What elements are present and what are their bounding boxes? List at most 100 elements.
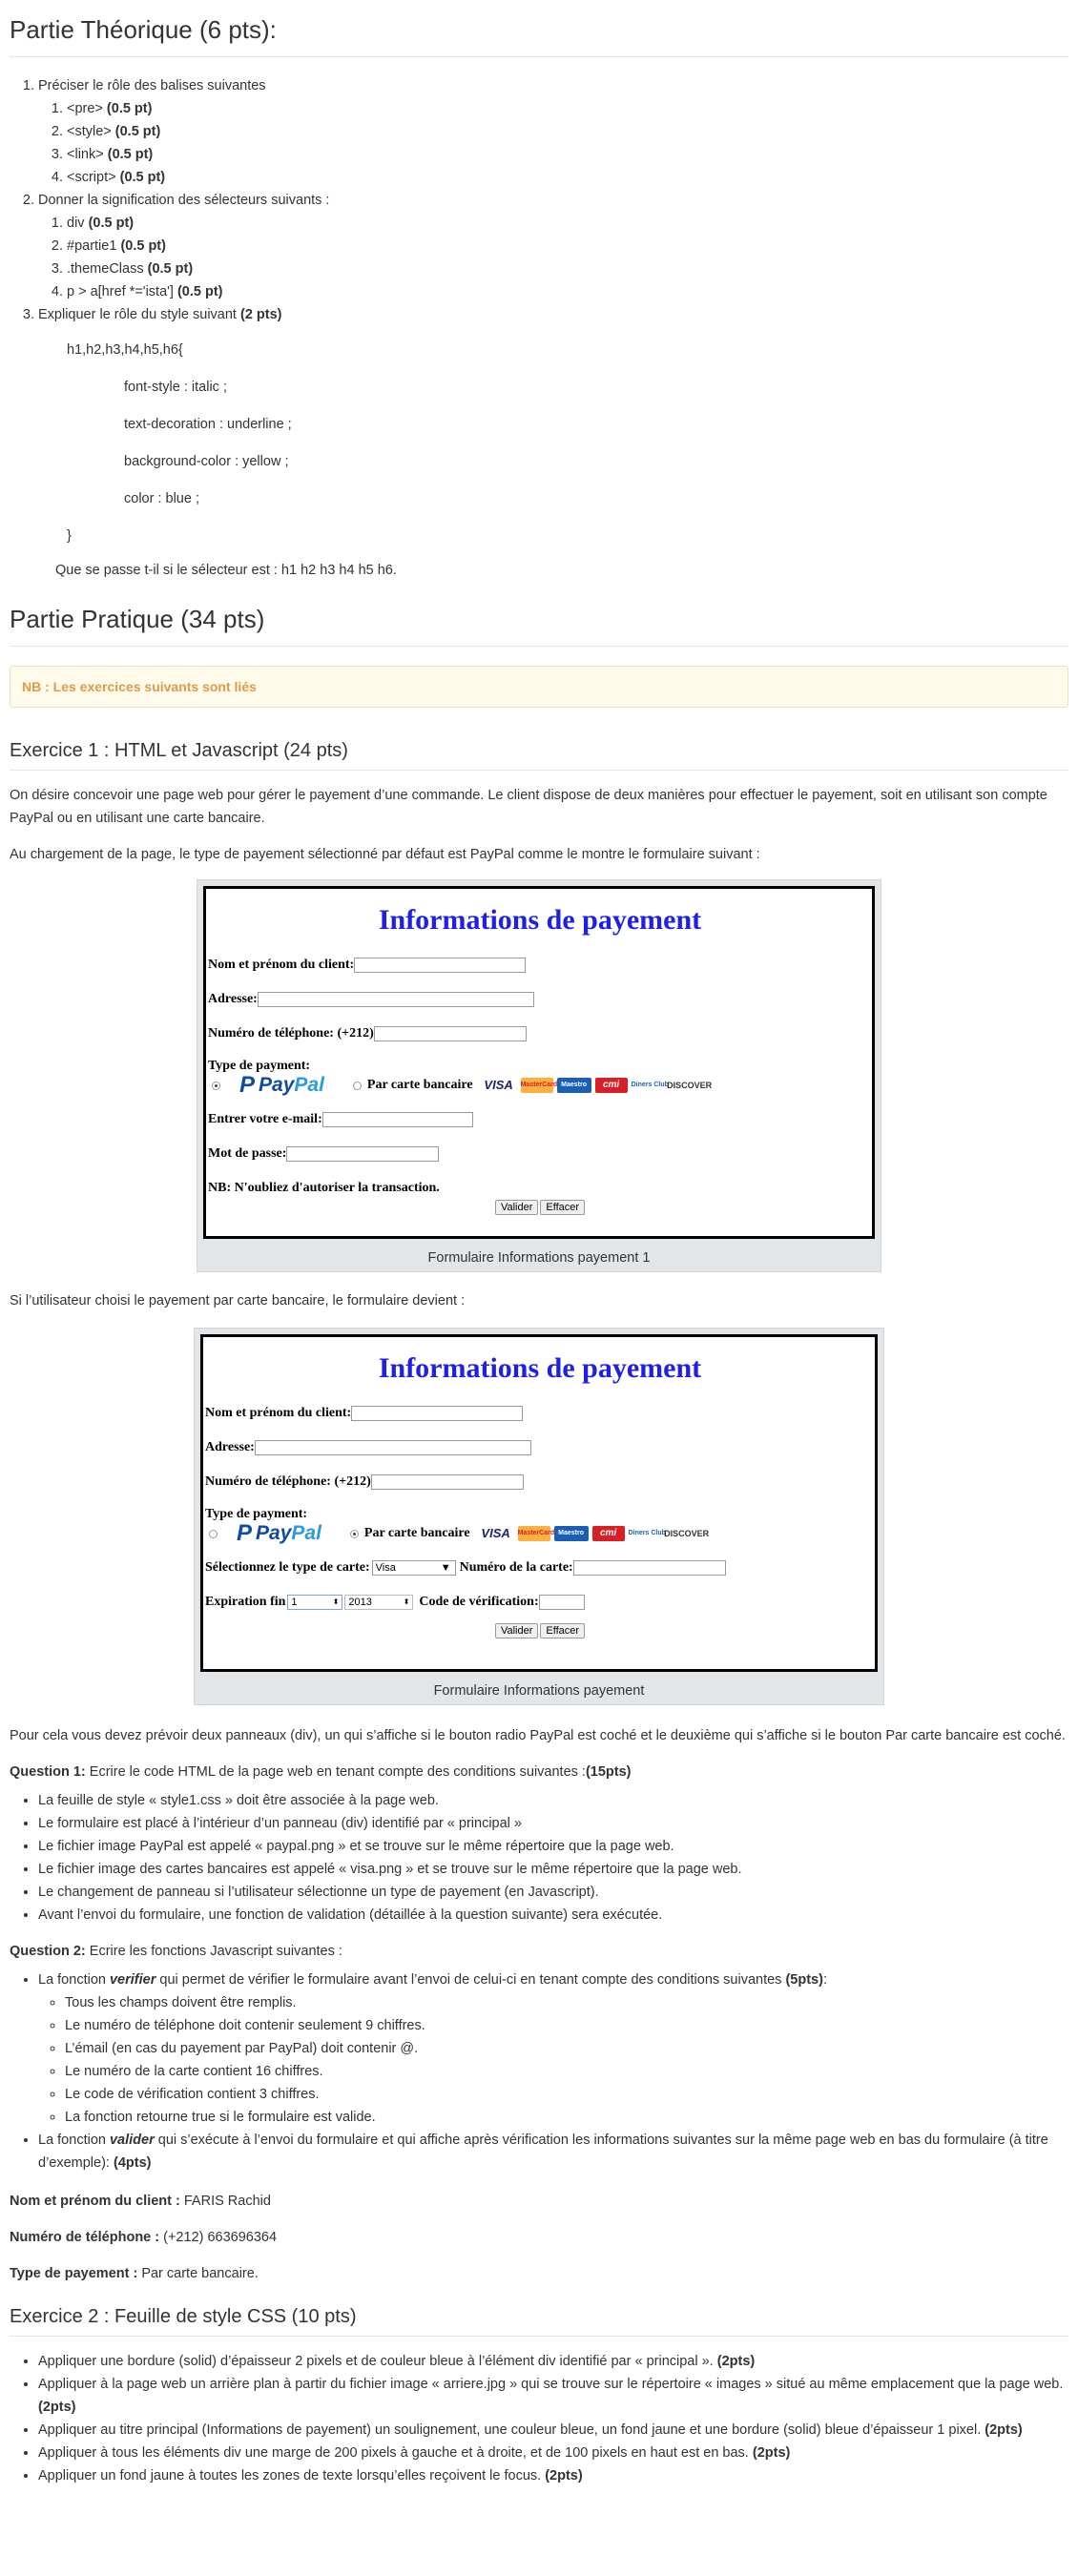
- sample-phone: Numéro de téléphone : (+212) 663696364: [10, 2230, 278, 2245]
- list-item: Le fichier image PayPal est appelé « pay…: [38, 1835, 1068, 1858]
- password-input[interactable]: [286, 1146, 440, 1162]
- name-label: Nom et prénom du client:: [208, 958, 355, 972]
- maestro-logo-icon: Maestro: [556, 1078, 591, 1093]
- theory-sub-item: p > a[href *='ista'] (0.5 pt): [67, 280, 1068, 303]
- nb-notice: NB : Les exercices suivants sont liés: [10, 666, 1068, 708]
- cvv-input[interactable]: [538, 1595, 585, 1610]
- theory-item-2: Donner la signification des sélecteurs s…: [38, 189, 1068, 303]
- form-nb: NB: N'oubliez d'autoriser la transaction…: [208, 1181, 440, 1195]
- card-number-input[interactable]: [572, 1560, 726, 1576]
- phone-input[interactable]: [370, 1474, 524, 1490]
- validate-button[interactable]: Valider: [494, 1623, 539, 1638]
- sample-name: Nom et prénom du client : FARIS Rachid: [10, 2194, 271, 2209]
- validate-button[interactable]: Valider: [494, 1200, 539, 1215]
- paypal-logo: PayPal: [256, 1522, 321, 1544]
- phone-input[interactable]: [373, 1026, 527, 1041]
- paypal-logo-icon: P: [239, 1072, 256, 1098]
- expiry-year-stepper[interactable]: 2013 ⬍: [344, 1595, 414, 1610]
- exercise-2-title: Exercice 2 : Feuille de style CSS (10 pt…: [10, 2306, 1068, 2337]
- exercise-2-list: Appliquer une bordure (solid) d’épaisseu…: [10, 2350, 1068, 2487]
- card-number-label: Numéro de la carte:: [459, 1560, 573, 1575]
- address-label: Adresse:: [205, 1440, 255, 1454]
- theory-title: Partie Théorique (6 pts):: [10, 0, 1068, 57]
- list-item: Appliquer une bordure (solid) d’épaisseu…: [38, 2350, 1068, 2373]
- form-title: Informations de payement: [378, 1352, 702, 1384]
- practice-title: Partie Pratique (34 pts): [10, 599, 1068, 647]
- mastercard-logo-icon: MasterCard: [517, 1526, 554, 1541]
- form-title: Informations de payement: [378, 904, 702, 936]
- list-item: Le formulaire est placé à l’intérieur d’…: [38, 1812, 1068, 1835]
- payment-form-card: Informations de payement Nom et prénom d…: [200, 1334, 878, 1672]
- discover-logo-icon: DISCOVER: [664, 1529, 710, 1538]
- theory-sub-item: <pre> (0.5 pt): [67, 97, 1068, 120]
- stepper-arrows-icon: ⬍: [332, 1597, 340, 1606]
- figure-caption: Formulaire Informations payement: [433, 1683, 645, 1699]
- address-input[interactable]: [254, 1440, 531, 1455]
- reset-button[interactable]: Effacer: [540, 1200, 586, 1215]
- exercise-1-title: Exercice 1 : HTML et Javascript (24 pts): [10, 740, 1068, 771]
- discover-logo-icon: DISCOVER: [667, 1081, 713, 1090]
- reset-button[interactable]: Effacer: [540, 1623, 586, 1638]
- name-input[interactable]: [351, 1406, 524, 1421]
- cmi-logo-icon: cmi: [594, 1078, 628, 1093]
- card-option-label: Par carte bancaire: [366, 1078, 473, 1092]
- paypal-radio[interactable]: [212, 1081, 220, 1090]
- list-item: Appliquer un fond jaune à toutes les zon…: [38, 2464, 1068, 2487]
- list-item: Le numéro de téléphone doit contenir seu…: [65, 2014, 1068, 2037]
- phone-label: Numéro de téléphone: (+212): [208, 1026, 374, 1041]
- email-label: Entrer votre e-mail:: [208, 1112, 322, 1126]
- list-item: Appliquer à tous les éléments div une ma…: [38, 2442, 1068, 2464]
- ex1-intro: On désire concevoir une page web pour gé…: [10, 788, 1047, 826]
- card-logos: VISA MasterCard Maestro cmi Diners Club …: [481, 1078, 715, 1093]
- list-item: La fonction verifier qui permet de vérif…: [38, 1968, 1068, 2129]
- expiry-month-stepper[interactable]: 1 ⬍: [287, 1595, 343, 1610]
- payment-form-paypal: Informations de payement Nom et prénom d…: [203, 886, 875, 1239]
- document: Partie Théorique (6 pts): Préciser le rô…: [0, 0, 1078, 2487]
- figure-form-card: Informations de payement Nom et prénom d…: [194, 1328, 884, 1705]
- theory-sub-item: <link> (0.5 pt): [67, 143, 1068, 166]
- expiry-label: Expiration fin: [205, 1595, 286, 1609]
- phone-label: Numéro de téléphone: (+212): [205, 1474, 371, 1489]
- sample-type: Type de payement : Par carte bancaire.: [10, 2266, 259, 2281]
- card-type-select[interactable]: Visa ▼: [371, 1560, 456, 1576]
- paypal-logo: PayPal: [259, 1074, 324, 1096]
- maestro-logo-icon: Maestro: [553, 1526, 589, 1541]
- list-item: Le numéro de la carte contient 16 chiffr…: [65, 2060, 1068, 2083]
- name-label: Nom et prénom du client:: [205, 1406, 352, 1420]
- card-logos: VISA MasterCard Maestro cmi Diners Club …: [478, 1526, 713, 1541]
- question-2-list: La fonction verifier qui permet de vérif…: [10, 1968, 1068, 2174]
- theory-sub-item: #partie1 (0.5 pt): [67, 235, 1068, 258]
- diners-club-logo-icon: Diners Club: [628, 1530, 666, 1536]
- card-type-label: Sélectionnez le type de carte:: [205, 1560, 370, 1575]
- payment-type-label: Type de payment:: [205, 1507, 308, 1521]
- list-item: Le changement de panneau si l’utilisateu…: [38, 1881, 1068, 1904]
- list-item: Le code de vérification contient 3 chiff…: [65, 2083, 1068, 2106]
- card-radio[interactable]: [352, 1081, 362, 1090]
- theory-sub-item: div (0.5 pt): [67, 212, 1068, 235]
- card-radio[interactable]: [349, 1529, 359, 1538]
- ex1-panels-text: Pour cela vous devez prévoir deux pannea…: [10, 1728, 1066, 1743]
- address-input[interactable]: [257, 992, 534, 1007]
- paypal-radio[interactable]: [209, 1529, 218, 1538]
- list-item: L’émail (en cas du payement par PayPal) …: [65, 2037, 1068, 2060]
- theory-item-3: Expliquer le rôle du style suivant (2 pt…: [38, 303, 1068, 326]
- list-item: La feuille de style « style1.css » doit …: [38, 1789, 1068, 1812]
- figure-form-paypal: Informations de payement Nom et prénom d…: [197, 879, 881, 1272]
- theory-sub-item: <script> (0.5 pt): [67, 166, 1068, 189]
- list-item: La fonction retourne true si le formulai…: [65, 2106, 1068, 2129]
- list-item: Le fichier image des cartes bancaires es…: [38, 1858, 1068, 1881]
- theory-sub-item: .themeClass (0.5 pt): [67, 258, 1068, 280]
- name-input[interactable]: [354, 958, 527, 973]
- list-item: Appliquer à la page web un arrière plan …: [38, 2373, 1068, 2419]
- cvv-label: Code de vérification:: [419, 1595, 539, 1609]
- email-input[interactable]: [321, 1112, 473, 1127]
- question-1-list: La feuille de style « style1.css » doit …: [10, 1789, 1068, 1927]
- card-option-label: Par carte bancaire: [363, 1526, 470, 1540]
- figure-caption: Formulaire Informations payement 1: [427, 1250, 651, 1266]
- theory-sub-item: <style> (0.5 pt): [67, 120, 1068, 143]
- password-label: Mot de passe:: [208, 1146, 287, 1161]
- question-2: Question 2: Ecrire les fonctions Javascr…: [10, 1944, 342, 1959]
- selector-question: Que se passe t-il si le sélecteur est : …: [55, 563, 397, 578]
- mastercard-logo-icon: MasterCard: [520, 1078, 557, 1093]
- diners-club-logo-icon: Diners Club: [631, 1082, 669, 1088]
